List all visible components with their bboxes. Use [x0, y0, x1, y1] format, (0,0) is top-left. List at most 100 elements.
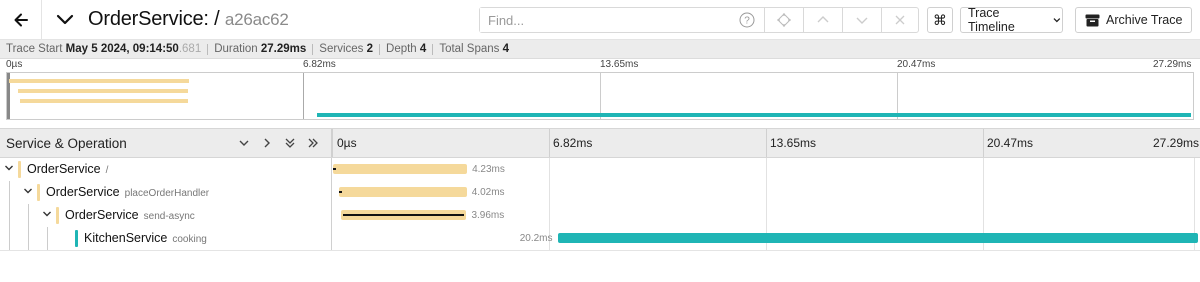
minimap-tick: 27.29ms: [1153, 59, 1192, 70]
minimap-tick: 20.47ms: [897, 59, 936, 70]
span-row[interactable]: OrderService send-async 3.96ms: [0, 204, 1200, 227]
help-button[interactable]: ?: [730, 8, 764, 32]
timeline-tick: 20.47ms: [987, 136, 1034, 150]
span-duration: 20.2ms: [519, 233, 553, 244]
question-icon: ?: [739, 12, 755, 28]
span-operation: cooking: [172, 234, 207, 245]
service-color-marker: [37, 184, 40, 201]
trace-minimap[interactable]: 0µs 6.82ms 13.65ms 20.47ms 27.29ms: [6, 59, 1194, 121]
minimap-canvas[interactable]: [6, 72, 1194, 120]
span-name-cell[interactable]: OrderService send-async: [0, 204, 332, 227]
total-spans-label: Total Spans: [439, 43, 500, 55]
divider: [379, 43, 381, 55]
archive-trace-button[interactable]: Archive Trace: [1075, 7, 1192, 33]
duration: Duration 27.29ms: [214, 43, 306, 55]
timeline-gridline: [549, 129, 550, 157]
timeline-tick: 27.29ms: [1153, 136, 1200, 150]
minimap-span-bar: [9, 79, 189, 83]
span-duration: 4.02ms: [471, 187, 505, 198]
chevron-down-icon[interactable]: [23, 186, 33, 196]
span-name-cell[interactable]: OrderService placeOrderHandler: [0, 181, 332, 204]
services: Services 2: [319, 43, 373, 55]
service-operation-header: Service & Operation: [6, 136, 127, 151]
trace-start-label: Trace Start: [6, 43, 63, 55]
chevron-down-icon: [856, 17, 868, 24]
span-service: KitchenService: [84, 231, 168, 245]
expand-one-button[interactable]: [259, 135, 275, 151]
archive-icon: [1085, 14, 1100, 26]
span-rows: OrderService / 4.23ms OrderService place…: [0, 158, 1200, 250]
span-self-time: [339, 191, 343, 193]
tree-guide: [47, 227, 48, 250]
tree-guide: [28, 204, 29, 227]
tree-guide: [9, 181, 10, 204]
find-input[interactable]: [480, 8, 730, 32]
depth-value: 4: [419, 43, 427, 55]
span-label: OrderService send-async: [65, 208, 195, 222]
back-button[interactable]: [0, 0, 42, 40]
span-service: OrderService: [65, 208, 139, 222]
span-row[interactable]: OrderService placeOrderHandler 4.02ms: [0, 181, 1200, 204]
locate-icon: [777, 13, 791, 27]
span-label: OrderService placeOrderHandler: [46, 185, 209, 199]
timeline-gridline: [983, 129, 984, 157]
duration-label: Duration: [214, 43, 258, 55]
span-duration: 3.96ms: [471, 210, 505, 221]
span-row[interactable]: KitchenService cooking 20.2ms: [0, 227, 1200, 250]
span-label: KitchenService cooking: [84, 231, 207, 245]
divider: [207, 43, 209, 55]
service-color-marker: [75, 230, 78, 247]
trace-header: OrderService: / a26ac62 ?: [0, 0, 1200, 40]
span-bar[interactable]: [333, 164, 468, 174]
minimap-span-bar: [19, 99, 188, 103]
span-operation: placeOrderHandler: [124, 188, 210, 199]
span-name-cell[interactable]: KitchenService cooking: [0, 227, 332, 250]
chevron-down-icon: [239, 140, 249, 146]
double-chevron-down-icon: [285, 138, 295, 148]
trace-start-ms: .681: [178, 43, 202, 55]
divider: [312, 43, 314, 55]
minimap-ticks: 0µs 6.82ms 13.65ms 20.47ms 27.29ms: [6, 59, 1194, 71]
span-row[interactable]: OrderService / 4.23ms: [0, 158, 1200, 181]
expand-all-button[interactable]: [305, 135, 321, 151]
timeline-tick: 6.82ms: [553, 136, 593, 150]
chevron-right-icon: [264, 138, 270, 148]
keyboard-shortcuts-button[interactable]: ⌘: [927, 7, 953, 33]
duration-value: 27.29ms: [260, 43, 307, 55]
rows-bottom-border: [0, 250, 1200, 251]
minimap-tick: 0µs: [6, 59, 23, 70]
column-resizer[interactable]: [331, 129, 333, 157]
services-value: 2: [366, 43, 374, 55]
span-self-time: [333, 168, 336, 170]
collapse-one-button[interactable]: [236, 135, 252, 151]
chevron-down-icon[interactable]: [42, 209, 52, 219]
view-select[interactable]: Trace Timeline: [960, 6, 1063, 34]
depth-label: Depth: [386, 43, 417, 55]
tree-guide: [9, 227, 10, 250]
span-duration: 4.23ms: [472, 164, 505, 175]
collapse-trace-button[interactable]: [54, 9, 76, 31]
minimap-span-bar: [17, 89, 189, 93]
span-bar[interactable]: [340, 210, 467, 220]
span-operation: send-async: [143, 211, 195, 222]
clear-search-button[interactable]: [881, 8, 918, 32]
page-title: OrderService: / a26ac62: [88, 8, 289, 31]
chevron-down-icon: [1053, 18, 1061, 23]
minimap-span-bar: [317, 113, 1191, 117]
timeline-tick: 0µs: [337, 136, 357, 150]
next-match-button[interactable]: [842, 8, 881, 32]
span-service: OrderService: [27, 162, 101, 176]
span-bar[interactable]: [557, 233, 1198, 243]
span-service: OrderService: [46, 185, 120, 199]
locate-button[interactable]: [764, 8, 803, 32]
previous-match-button[interactable]: [803, 8, 842, 32]
span-name-cell[interactable]: OrderService /: [0, 158, 332, 181]
tree-guide: [9, 204, 10, 227]
chevron-down-icon[interactable]: [4, 163, 14, 173]
collapse-all-button[interactable]: [282, 135, 298, 151]
timeline-tick: 13.65ms: [770, 136, 817, 150]
total-spans: Total Spans 4: [439, 43, 509, 55]
expand-controls: [236, 135, 321, 151]
span-bar[interactable]: [339, 187, 467, 197]
chevron-up-icon: [817, 16, 829, 23]
